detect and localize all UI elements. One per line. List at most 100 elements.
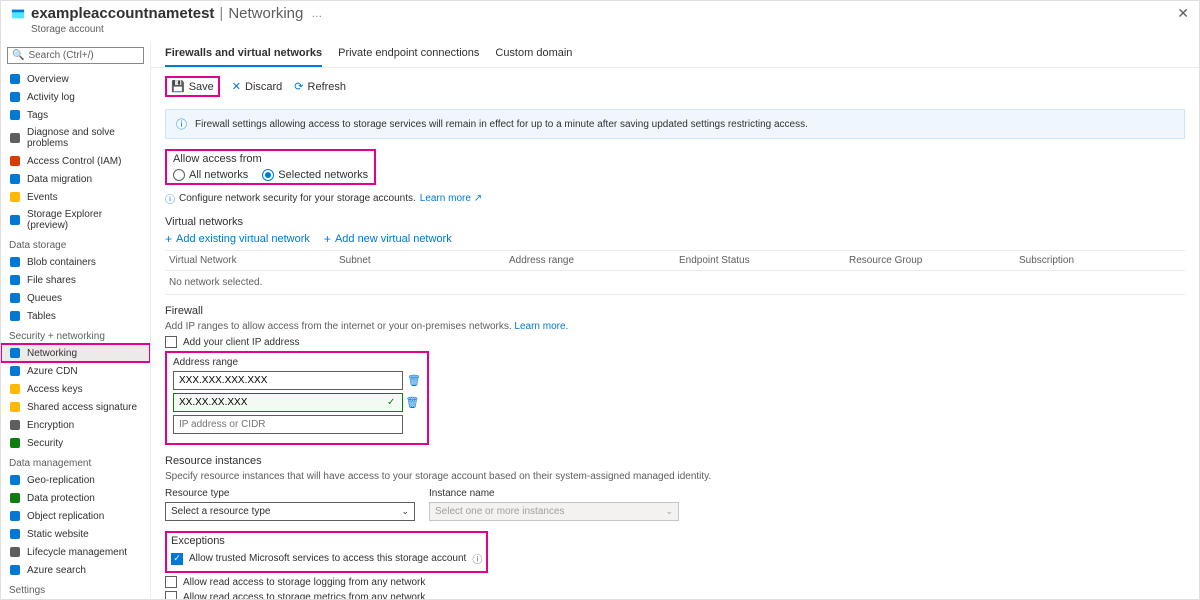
checkbox-add-client-ip[interactable]: [165, 336, 177, 348]
valid-icon: ✓: [387, 397, 395, 408]
tab-custom-domain[interactable]: Custom domain: [495, 47, 572, 67]
nav-item-icon: [9, 155, 21, 167]
nav-item-icon: [9, 347, 21, 359]
save-button[interactable]: 💾 Save: [171, 80, 214, 93]
info-banner-text: Firewall settings allowing access to sto…: [195, 119, 808, 130]
sidebar-item-networking[interactable]: Networking: [1, 344, 150, 362]
add-existing-vnet[interactable]: +Add existing virtual network: [165, 232, 310, 246]
exception-opt3-label: Allow read access to storage metrics fro…: [183, 592, 425, 600]
refresh-button[interactable]: ⟳ Refresh: [294, 80, 346, 93]
sidebar-item-azure-cdn[interactable]: Azure CDN: [1, 362, 150, 380]
sidebar-group-label: Security + networking: [1, 325, 150, 344]
nav-item-icon: [9, 546, 21, 558]
nav-item-icon: [9, 401, 21, 413]
sidebar-item-file-shares[interactable]: File shares: [1, 271, 150, 289]
nav-item-icon: [9, 292, 21, 304]
more-menu[interactable]: …: [311, 8, 322, 20]
add-new-vnet[interactable]: +Add new virtual network: [324, 232, 452, 246]
sidebar-item-access-control-iam-[interactable]: Access Control (IAM): [1, 152, 150, 170]
nav-item-icon: [9, 109, 21, 121]
close-icon[interactable]: ✕: [1177, 5, 1189, 22]
sidebar-item-label: Static website: [27, 529, 89, 540]
sidebar-item-encryption[interactable]: Encryption: [1, 416, 150, 434]
delete-icon[interactable]: 🗑: [407, 374, 421, 387]
nav-item-icon: [9, 564, 21, 576]
tab-bar: Firewalls and virtual networks Private en…: [151, 41, 1199, 68]
tab-private-endpoint-connections[interactable]: Private endpoint connections: [338, 47, 479, 67]
nav-item-icon: [9, 383, 21, 395]
instance-name-select: Select one or more instances ⌄: [429, 502, 679, 521]
delete-icon[interactable]: 🗑: [405, 396, 419, 409]
sidebar-item-static-website[interactable]: Static website: [1, 525, 150, 543]
nav-item-icon: [9, 274, 21, 286]
sidebar-item-lifecycle-management[interactable]: Lifecycle management: [1, 543, 150, 561]
sidebar-item-label: Lifecycle management: [27, 547, 127, 558]
checkbox-trusted-services[interactable]: [171, 553, 183, 565]
address-range-label: Address range: [173, 357, 421, 368]
sidebar-item-object-replication[interactable]: Object replication: [1, 507, 150, 525]
sidebar-item-label: Shared access signature: [27, 402, 137, 413]
sidebar-item-azure-search[interactable]: Azure search: [1, 561, 150, 579]
firewall-learn-more[interactable]: Learn more.: [514, 321, 568, 332]
sidebar-item-label: Data protection: [27, 493, 95, 504]
nav-item-icon: [9, 437, 21, 449]
resource-instances-desc: Specify resource instances that will hav…: [165, 471, 1185, 482]
nav-item-icon: [9, 256, 21, 268]
sidebar-item-label: Networking: [27, 348, 77, 359]
sidebar-item-label: Geo-replication: [27, 475, 95, 486]
sidebar-item-configuration[interactable]: Configuration: [1, 598, 150, 599]
exceptions-heading: Exceptions: [171, 535, 482, 547]
sidebar-item-queues[interactable]: Queues: [1, 289, 150, 307]
sidebar-item-access-keys[interactable]: Access keys: [1, 380, 150, 398]
learn-more-link[interactable]: Learn more ↗: [420, 193, 482, 204]
sidebar-item-storage-explorer-preview-[interactable]: Storage Explorer (preview): [1, 206, 150, 234]
chevron-down-icon: ⌄: [401, 506, 409, 517]
ip-input-2[interactable]: [173, 393, 403, 412]
sidebar-item-geo-replication[interactable]: Geo-replication: [1, 471, 150, 489]
radio-all-networks[interactable]: All networks: [173, 169, 248, 181]
sidebar-item-events[interactable]: Events: [1, 188, 150, 206]
sidebar-item-overview[interactable]: Overview: [1, 70, 150, 88]
sidebar-search[interactable]: 🔍 Search (Ctrl+/): [7, 47, 144, 64]
chevron-down-icon: ⌄: [665, 506, 673, 517]
checkbox-read-metrics[interactable]: [165, 591, 177, 599]
search-placeholder: Search (Ctrl+/): [28, 50, 93, 61]
discard-button[interactable]: ✕ Discard: [232, 80, 283, 93]
ip-input-placeholder[interactable]: [173, 415, 403, 434]
sidebar-item-label: Queues: [27, 293, 62, 304]
nav-item-icon: [9, 91, 21, 103]
info-icon: ⓘ: [176, 116, 187, 132]
sidebar-item-diagnose-and-solve-problems[interactable]: Diagnose and solve problems: [1, 124, 150, 152]
sidebar-item-label: Diagnose and solve problems: [27, 127, 142, 149]
firewall-heading: Firewall: [165, 305, 1185, 317]
sidebar-item-data-protection[interactable]: Data protection: [1, 489, 150, 507]
firewall-desc: Add IP ranges to allow access from the i…: [165, 321, 512, 332]
ip-input-1[interactable]: [173, 371, 403, 390]
sidebar-item-data-migration[interactable]: Data migration: [1, 170, 150, 188]
tab-firewalls-and-virtual-networks[interactable]: Firewalls and virtual networks: [165, 47, 322, 67]
main-content: Firewalls and virtual networks Private en…: [151, 41, 1199, 599]
page-title: Networking: [228, 5, 303, 22]
sidebar-item-activity-log[interactable]: Activity log: [1, 88, 150, 106]
info-icon[interactable]: ⓘ: [472, 551, 482, 566]
radio-selected-networks[interactable]: Selected networks: [262, 169, 368, 181]
resource-type-select[interactable]: Select a resource type ⌄: [165, 502, 415, 521]
sidebar-item-label: Blob containers: [27, 257, 96, 268]
sidebar-item-tags[interactable]: Tags: [1, 106, 150, 124]
address-range-panel: Address range 🗑 ✓ 🗑: [165, 351, 429, 445]
sidebar-item-blob-containers[interactable]: Blob containers: [1, 253, 150, 271]
sidebar-item-security[interactable]: Security: [1, 434, 150, 452]
discard-icon: ✕: [232, 80, 241, 93]
sidebar-item-shared-access-signature[interactable]: Shared access signature: [1, 398, 150, 416]
checkbox-read-logging[interactable]: [165, 576, 177, 588]
sidebar-item-label: Tags: [27, 110, 48, 121]
toolbar: 💾 Save ✕ Discard ⟳ Refresh: [151, 68, 1199, 105]
instance-name-label: Instance name: [429, 488, 679, 499]
exception-opt1-label: Allow trusted Microsoft services to acce…: [189, 553, 466, 564]
sidebar-item-tables[interactable]: Tables: [1, 307, 150, 325]
vnet-table-header: Virtual NetworkSubnetAddress rangeEndpoi…: [165, 250, 1185, 271]
sidebar-group-label: Data management: [1, 452, 150, 471]
nav-item-icon: [9, 173, 21, 185]
search-icon: 🔍: [12, 50, 24, 61]
vnet-empty-row: No network selected.: [165, 271, 1185, 295]
